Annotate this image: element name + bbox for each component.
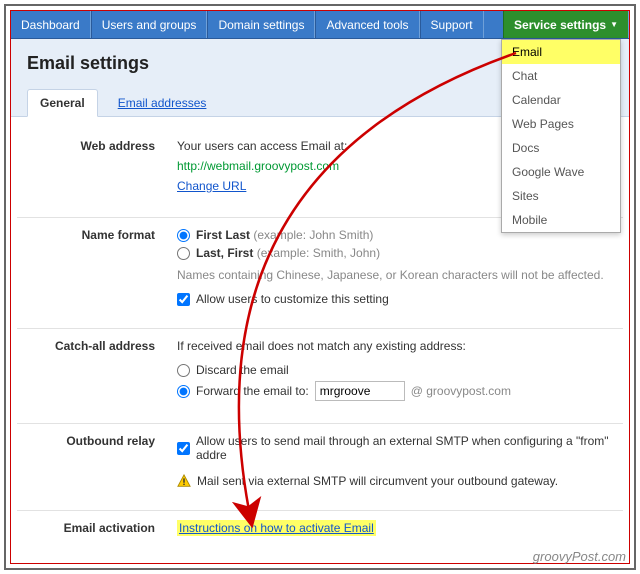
forward-label: Forward the email to:	[196, 384, 309, 398]
relay-warning-text: Mail sent via external SMTP will circumv…	[197, 474, 558, 488]
warning-icon	[177, 474, 191, 488]
label-web-address: Web address	[17, 139, 177, 199]
nav-service-settings-label: Service settings	[514, 18, 606, 32]
dropdown-item-calendar[interactable]: Calendar	[502, 88, 620, 112]
dropdown-item-wave[interactable]: Google Wave	[502, 160, 620, 184]
dropdown-item-sites[interactable]: Sites	[502, 184, 620, 208]
dropdown-item-mobile[interactable]: Mobile	[502, 208, 620, 232]
allow-customize-label: Allow users to customize this setting	[196, 292, 389, 306]
checkbox-allow-relay[interactable]	[177, 442, 190, 455]
radio-first-last[interactable]	[177, 229, 190, 242]
opt-last-first-ex: (example: Smith, John)	[253, 246, 380, 260]
activation-instructions-link[interactable]: Instructions on how to activate Email	[177, 520, 376, 536]
row-email-activation: Email activation Instructions on how to …	[17, 511, 623, 553]
top-nav: Dashboard Users and groups Domain settin…	[11, 11, 629, 39]
name-format-note: Names containing Chinese, Japanese, or K…	[177, 268, 623, 282]
dropdown-item-email[interactable]: Email	[502, 40, 620, 64]
forward-suffix: @ groovypost.com	[411, 384, 511, 398]
change-url-link[interactable]: Change URL	[177, 179, 246, 193]
radio-forward[interactable]	[177, 385, 190, 398]
nav-domain-settings[interactable]: Domain settings	[207, 11, 315, 38]
nav-users-groups[interactable]: Users and groups	[91, 11, 208, 38]
radio-discard[interactable]	[177, 364, 190, 377]
label-outbound-relay: Outbound relay	[17, 434, 177, 492]
nav-support[interactable]: Support	[420, 11, 484, 38]
checkbox-allow-customize[interactable]	[177, 293, 190, 306]
dropdown-item-webpages[interactable]: Web Pages	[502, 112, 620, 136]
row-outbound-relay: Outbound relay Allow users to send mail …	[17, 424, 623, 511]
web-address-url: http://webmail.groovypost.com	[177, 159, 339, 173]
watermark: groovyPost.com	[533, 549, 626, 564]
nav-advanced-tools[interactable]: Advanced tools	[315, 11, 419, 38]
tab-general[interactable]: General	[27, 89, 98, 117]
opt-first-last: First Last	[196, 228, 250, 242]
chevron-down-icon: ▼	[610, 20, 618, 29]
opt-first-last-ex: (example: John Smith)	[250, 228, 373, 242]
forward-input[interactable]	[315, 381, 405, 401]
dropdown-item-chat[interactable]: Chat	[502, 64, 620, 88]
dropdown-item-docs[interactable]: Docs	[502, 136, 620, 160]
opt-last-first: Last, First	[196, 246, 253, 260]
nav-dashboard[interactable]: Dashboard	[11, 11, 91, 38]
nav-service-settings[interactable]: Service settings ▼	[503, 11, 629, 38]
label-email-activation: Email activation	[17, 521, 177, 535]
row-catchall: Catch-all address If received email does…	[17, 329, 623, 424]
service-settings-dropdown: Email Chat Calendar Web Pages Docs Googl…	[501, 39, 621, 233]
tab-email-addresses[interactable]: Email addresses	[106, 90, 219, 116]
discard-label: Discard the email	[196, 363, 289, 377]
catchall-intro: If received email does not match any exi…	[177, 339, 623, 353]
allow-relay-label: Allow users to send mail through an exte…	[196, 434, 623, 462]
label-name-format: Name format	[17, 228, 177, 310]
row-name-format: Name format First Last (example: John Sm…	[17, 218, 623, 329]
radio-last-first[interactable]	[177, 247, 190, 260]
label-catchall: Catch-all address	[17, 339, 177, 405]
